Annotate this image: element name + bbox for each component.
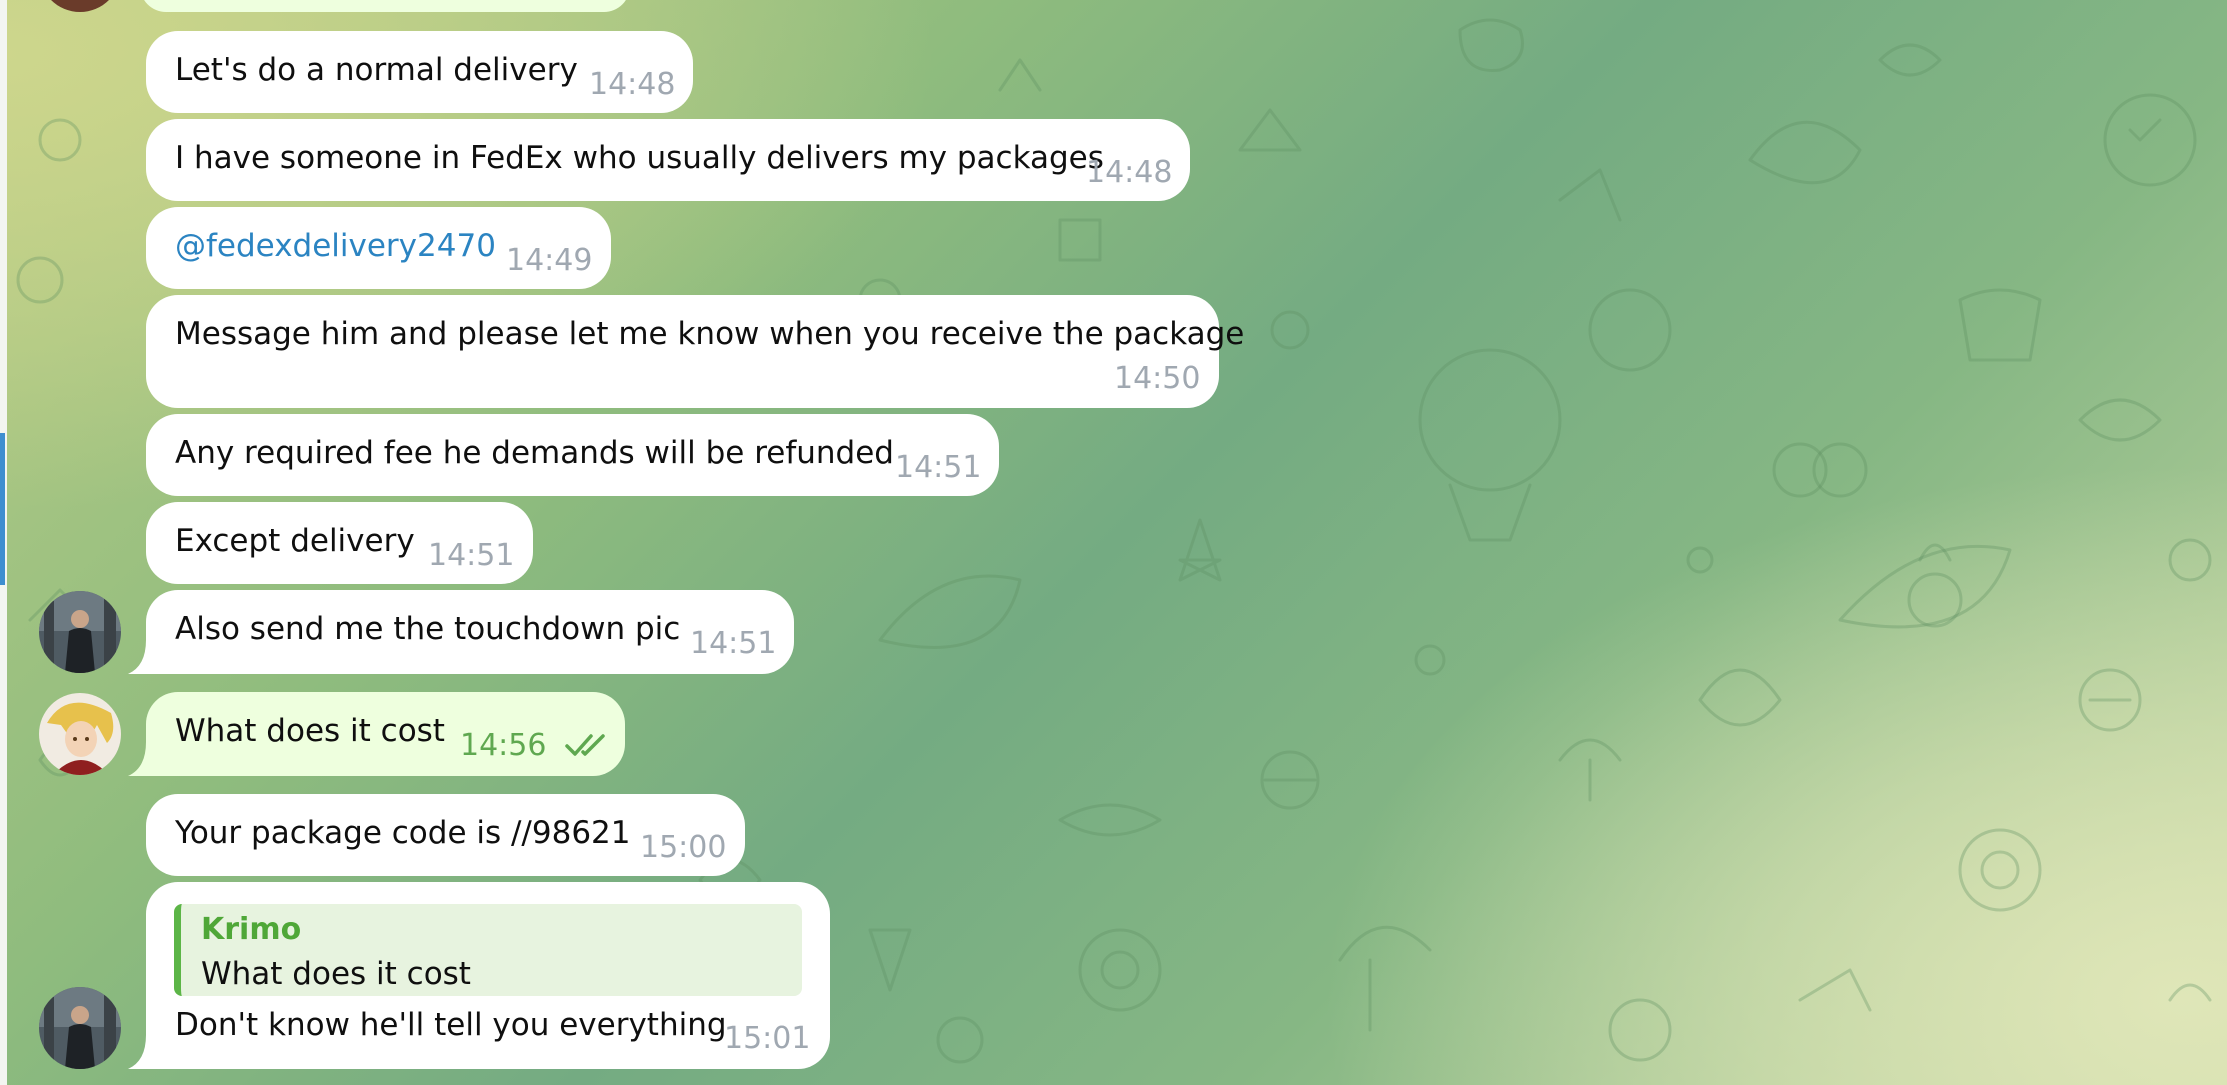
own-message-bubble[interactable]: What does it cost 14:56 <box>146 692 625 776</box>
message-bubble[interactable]: @fedexdelivery2470 14:49 <box>146 207 611 289</box>
message-time: 14:48 <box>589 67 676 102</box>
message-text: Except delivery <box>175 523 415 559</box>
previous-message-bubble <box>140 0 630 12</box>
reply-author: Krimo <box>201 912 302 947</box>
message-bubble[interactable]: I have someone in FedEx who usually deli… <box>146 119 1190 201</box>
double-check-icon <box>565 734 605 756</box>
message-text: Also send me the touchdown pic <box>175 611 681 647</box>
message-time: 14:51 <box>690 626 777 661</box>
message-time: 14:51 <box>428 538 515 573</box>
message-text: Message him and please let me know when … <box>175 316 1245 352</box>
message-bubble[interactable]: Message him and please let me know when … <box>146 295 1244 408</box>
message-bubble[interactable]: Except delivery 14:51 <box>146 502 533 584</box>
message-text: Any required fee he demands will be refu… <box>175 435 894 471</box>
message-time: 14:56 <box>460 728 547 763</box>
reply-quote[interactable]: Krimo What does it cost <box>174 904 802 996</box>
message-time: 15:01 <box>724 1021 811 1056</box>
message-time: 14:50 <box>1114 361 1201 396</box>
message-text: What does it cost <box>175 713 445 749</box>
avatar <box>39 987 121 1069</box>
message-time: 14:48 <box>1086 155 1173 190</box>
message-time: 15:00 <box>640 830 727 865</box>
message-bubble[interactable]: Let's do a normal delivery 14:48 <box>146 31 693 113</box>
sidebar-selection-indicator <box>0 433 5 585</box>
avatar <box>39 591 121 673</box>
message-text: Don't know he'll tell you everything <box>175 1007 727 1043</box>
message-bubble[interactable]: Any required fee he demands will be refu… <box>146 414 999 496</box>
message-bubble[interactable]: Krimo What does it cost Don't know he'll… <box>146 882 830 1069</box>
mention-link[interactable]: @fedexdelivery2470 <box>175 226 496 266</box>
avatar <box>39 693 121 775</box>
message-text: I have someone in FedEx who usually deli… <box>175 140 1104 176</box>
message-time: 14:51 <box>895 450 982 485</box>
reply-text: What does it cost <box>201 956 471 992</box>
message-bubble[interactable]: Your package code is //98621 15:00 <box>146 794 745 876</box>
message-time: 14:49 <box>506 243 593 278</box>
message-text: Let's do a normal delivery <box>175 52 578 88</box>
message-bubble[interactable]: Also send me the touchdown pic 14:51 <box>146 590 794 674</box>
message-text: Your package code is //98621 <box>175 815 631 851</box>
